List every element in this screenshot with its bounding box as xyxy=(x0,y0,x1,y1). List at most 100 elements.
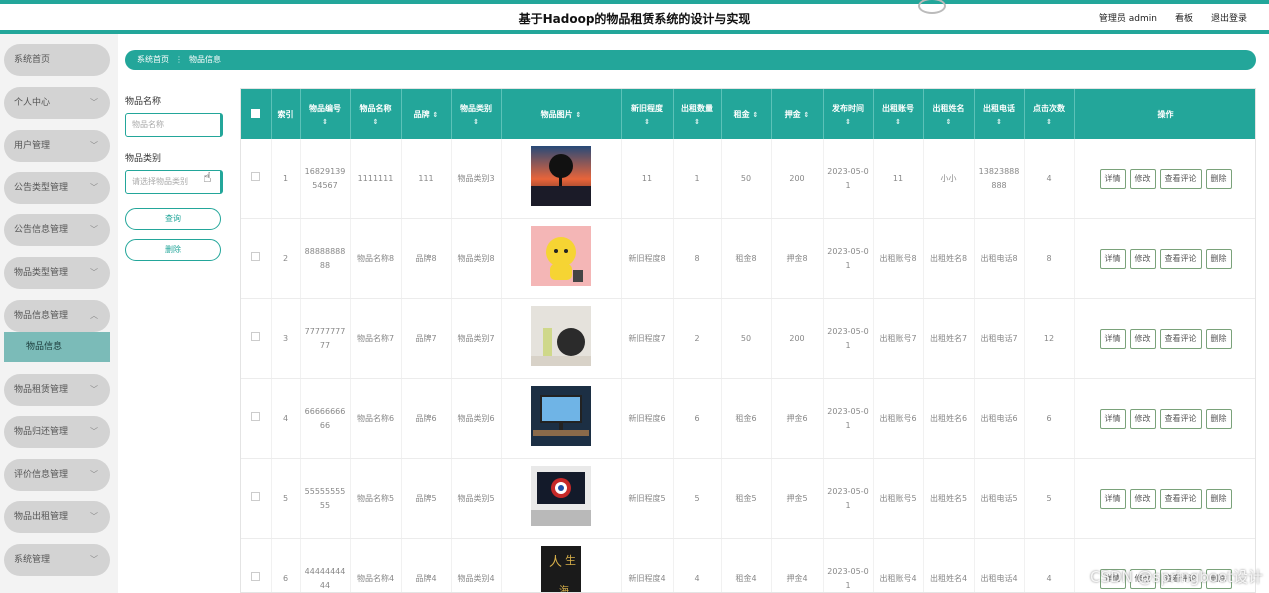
sort-icon[interactable]: ⇕ xyxy=(301,118,350,126)
edit-button[interactable]: 修改 xyxy=(1129,168,1156,189)
item-name-input[interactable]: 物品名称 xyxy=(125,113,223,137)
header-account[interactable]: 出租账号 ⇕ xyxy=(873,89,924,139)
detail-button[interactable]: 详情 xyxy=(1099,168,1126,189)
user-label[interactable]: 管理员 admin xyxy=(1099,11,1157,24)
sidebar-item-notices[interactable]: 公告信息管理 ﹀ xyxy=(4,214,110,246)
delete-row-button[interactable]: 删除 xyxy=(1205,408,1232,429)
sort-icon[interactable]: ⇕ xyxy=(674,118,721,126)
sidebar-item-users[interactable]: 用户管理 ﹀ xyxy=(4,130,110,162)
sidebar-item-notice-types[interactable]: 公告类型管理 ﹀ xyxy=(4,172,110,204)
row-checkbox[interactable] xyxy=(251,251,261,261)
header-rent[interactable]: 租金 ⇕ xyxy=(721,89,772,139)
cell-condition: 新旧程度8 xyxy=(621,218,674,299)
cell-brand: 品牌6 xyxy=(401,378,452,459)
sidebar-item-home[interactable]: 系统首页 xyxy=(4,44,110,76)
cell-code: 7777777777 xyxy=(300,298,351,379)
sidebar-item-lend-out[interactable]: 物品出租管理 ﹀ xyxy=(4,501,110,533)
row-checkbox[interactable] xyxy=(251,571,261,581)
row-checkbox[interactable] xyxy=(251,411,261,421)
select-all-header[interactable] xyxy=(241,89,272,139)
edit-button[interactable]: 修改 xyxy=(1129,408,1156,429)
detail-button[interactable]: 详情 xyxy=(1099,328,1126,349)
view-reviews-button[interactable]: 查看评论 xyxy=(1159,408,1202,429)
sidebar-item-label: 系统管理 xyxy=(14,555,51,565)
view-reviews-button[interactable]: 查看评论 xyxy=(1159,488,1202,509)
sort-icon[interactable]: ⇕ xyxy=(432,111,438,119)
sidebar-item-rentals[interactable]: 物品租赁管理 ﹀ xyxy=(4,374,110,406)
chevron-down-icon: ﹀ xyxy=(90,268,98,277)
header-brand[interactable]: 品牌 ⇕ xyxy=(401,89,452,139)
delete-row-button[interactable]: 删除 xyxy=(1205,248,1232,269)
item-image xyxy=(531,306,591,366)
sort-icon[interactable]: ⇕ xyxy=(803,111,809,119)
sidebar-item-items[interactable]: 物品信息管理 ︿ xyxy=(4,300,110,332)
sidebar-item-returns[interactable]: 物品归还管理 ﹀ xyxy=(4,416,110,448)
sidebar-subitem-item-info[interactable]: 物品信息 xyxy=(4,332,110,362)
cell-date: 2023-05-01 xyxy=(823,538,874,592)
row-select-cell[interactable] xyxy=(241,139,272,219)
header-code[interactable]: 物品编号 ⇕ xyxy=(300,89,351,139)
view-reviews-button[interactable]: 查看评论 xyxy=(1159,168,1202,189)
row-select-cell[interactable] xyxy=(241,378,272,459)
edit-button[interactable]: 修改 xyxy=(1129,248,1156,269)
delete-button[interactable]: 删除 xyxy=(125,239,221,261)
header-deposit[interactable]: 押金 ⇕ xyxy=(771,89,824,139)
row-checkbox[interactable] xyxy=(251,331,261,341)
sidebar-item-reviews[interactable]: 评价信息管理 ﹀ xyxy=(4,459,110,491)
row-select-cell[interactable] xyxy=(241,538,272,592)
view-reviews-button[interactable]: 查看评论 xyxy=(1159,248,1202,269)
board-link[interactable]: 看板 xyxy=(1175,11,1193,24)
edit-button[interactable]: 修改 xyxy=(1129,488,1156,509)
header-label: 物品编号 xyxy=(309,103,341,113)
detail-button[interactable]: 详情 xyxy=(1099,408,1126,429)
header-type[interactable]: 物品类别 ⇕ xyxy=(451,89,502,139)
cell-date: 2023-05-01 xyxy=(823,218,874,299)
logout-link[interactable]: 退出登录 xyxy=(1211,11,1247,24)
delete-row-button[interactable]: 删除 xyxy=(1205,168,1232,189)
sort-icon[interactable]: ⇕ xyxy=(924,118,974,126)
header-owner[interactable]: 出租姓名 ⇕ xyxy=(923,89,975,139)
item-image: 人生海 xyxy=(531,546,591,592)
sort-icon[interactable]: ⇕ xyxy=(452,118,501,126)
header-date[interactable]: 发布时间 ⇕ xyxy=(823,89,874,139)
sidebar-item-label: 公告类型管理 xyxy=(14,183,69,193)
row-checkbox[interactable] xyxy=(251,171,261,181)
sort-icon[interactable]: ⇕ xyxy=(575,111,581,119)
cell-type: 物品类别6 xyxy=(451,378,502,459)
delete-row-button[interactable]: 删除 xyxy=(1205,328,1232,349)
detail-button[interactable]: 详情 xyxy=(1099,248,1126,269)
view-reviews-button[interactable]: 查看评论 xyxy=(1159,328,1202,349)
header-image[interactable]: 物品图片 ⇕ xyxy=(501,89,622,139)
sort-icon[interactable]: ⇕ xyxy=(622,118,673,126)
delete-row-button[interactable]: 删除 xyxy=(1205,488,1232,509)
sidebar-item-profile[interactable]: 个人中心 ﹀ xyxy=(4,87,110,119)
header-clicks[interactable]: 点击次数 ⇕ xyxy=(1024,89,1075,139)
detail-button[interactable]: 详情 xyxy=(1099,488,1126,509)
sidebar-item-item-types[interactable]: 物品类型管理 ﹀ xyxy=(4,257,110,289)
cell-clicks: 4 xyxy=(1024,139,1075,219)
header-name[interactable]: 物品名称 ⇕ xyxy=(350,89,402,139)
sort-icon[interactable]: ⇕ xyxy=(975,118,1024,126)
sort-icon[interactable]: ⇕ xyxy=(351,118,401,126)
sort-icon[interactable]: ⇕ xyxy=(874,118,923,126)
select-all-checkbox[interactable] xyxy=(251,108,261,118)
row-select-cell[interactable] xyxy=(241,458,272,539)
cell-name: 物品名称5 xyxy=(350,458,402,539)
sidebar-item-system[interactable]: 系统管理 ﹀ xyxy=(4,544,110,576)
cell-condition: 新旧程度6 xyxy=(621,378,674,459)
breadcrumb-home[interactable]: 系统首页 xyxy=(137,55,169,64)
edit-button[interactable]: 修改 xyxy=(1129,328,1156,349)
row-checkbox[interactable] xyxy=(251,491,261,501)
header-phone[interactable]: 出租电话 ⇕ xyxy=(974,89,1025,139)
type-label: 物品类别 xyxy=(125,154,162,164)
sort-icon[interactable]: ⇕ xyxy=(1025,118,1074,126)
table-header-row: 索引 物品编号 ⇕ 物品名称 ⇕ 品牌 ⇕ 物品类别 ⇕ 物品图片 ⇕ 新旧程度 ⇕ 出… xyxy=(241,89,1255,139)
query-button[interactable]: 查询 xyxy=(125,208,221,230)
sort-icon[interactable]: ⇕ xyxy=(752,111,758,119)
header-condition[interactable]: 新旧程度 ⇕ xyxy=(621,89,674,139)
sort-icon[interactable]: ⇕ xyxy=(824,118,873,126)
header-qty[interactable]: 出租数量 ⇕ xyxy=(673,89,722,139)
cell-qty: 5 xyxy=(673,458,722,539)
row-select-cell[interactable] xyxy=(241,218,272,299)
row-select-cell[interactable] xyxy=(241,298,272,379)
